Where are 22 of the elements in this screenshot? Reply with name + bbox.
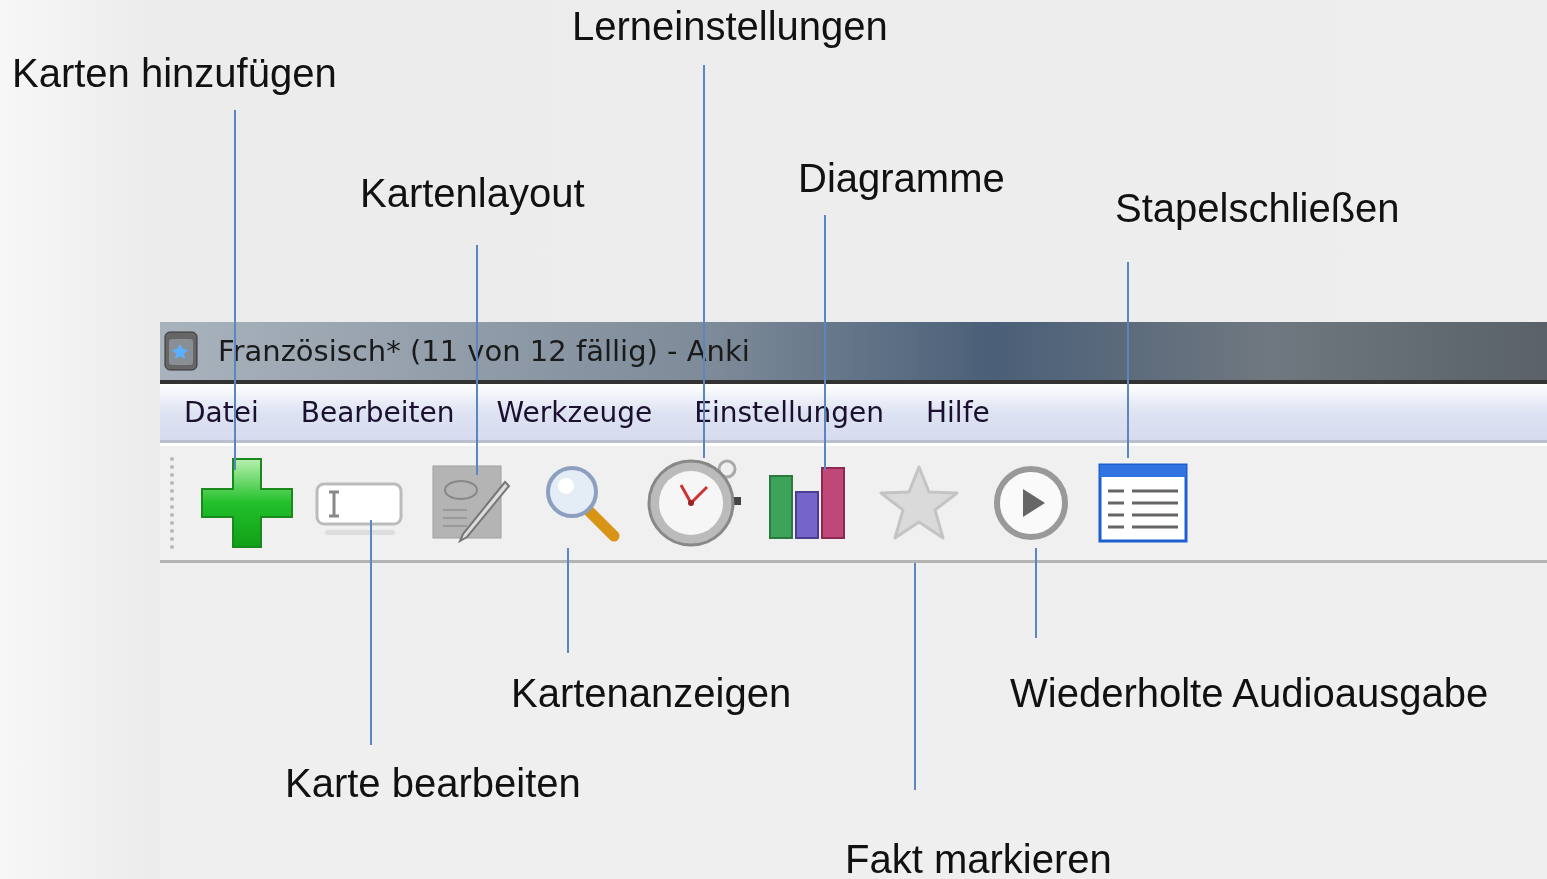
search-icon[interactable] xyxy=(544,464,622,542)
callout-label: Kartenanzeigen xyxy=(511,670,792,716)
callout-label: Karten hinzufügen xyxy=(12,50,337,96)
window-title: Französisch* (11 von 12 fällig) - Anki xyxy=(218,334,750,368)
document-pencil-icon[interactable] xyxy=(431,462,511,544)
callout-label: Lerneinstellungen xyxy=(572,3,888,49)
callout-label: Stapelschließen xyxy=(1115,185,1400,231)
app-icon xyxy=(164,331,198,371)
stopwatch-icon[interactable] xyxy=(647,457,743,549)
callout-label: Fakt markieren xyxy=(845,836,1112,879)
menu-item[interactable]: Werkzeuge xyxy=(496,395,653,429)
callout-label: Diagramme xyxy=(798,155,1005,201)
menu-item[interactable]: Hilfe xyxy=(926,395,990,429)
menu-item[interactable]: Bearbeiten xyxy=(300,395,455,429)
play-icon[interactable] xyxy=(993,465,1069,541)
callout-label: Wiederholte Audioausgabe xyxy=(1010,670,1489,716)
plus-icon[interactable] xyxy=(200,457,294,549)
star-icon[interactable] xyxy=(879,465,959,541)
bar-chart-icon[interactable] xyxy=(768,466,846,540)
list-window-icon[interactable] xyxy=(1098,463,1188,543)
callout-label: Kartenlayout xyxy=(360,170,585,216)
callout-label: Karte bearbeiten xyxy=(285,760,581,806)
